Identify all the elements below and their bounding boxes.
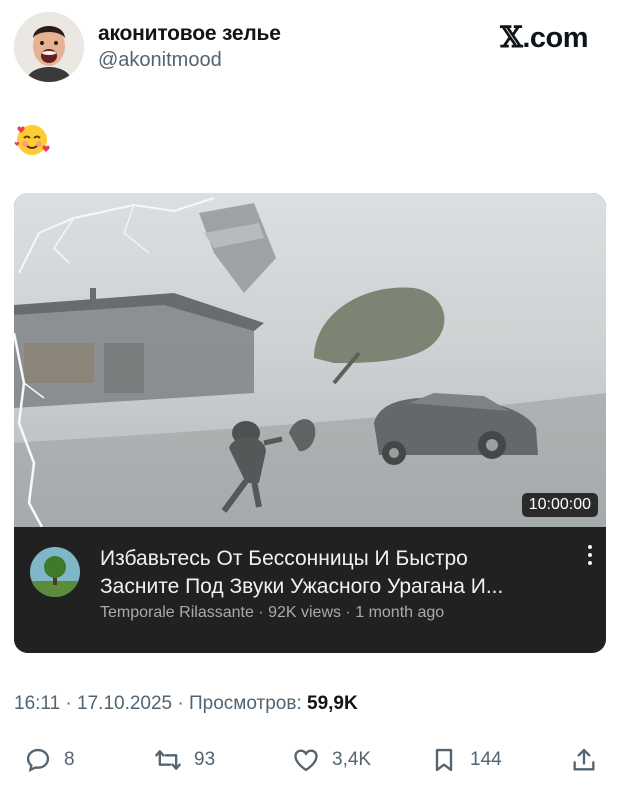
post-header: аконитовое зелье @akonitmood 𝕏.com <box>14 12 606 82</box>
reply-count: 8 <box>64 749 75 770</box>
channel-name[interactable]: Temporale Rilassante <box>100 604 254 621</box>
video-meta: Избавьтесь От Бессонницы И Быстро Заснит… <box>14 527 606 653</box>
repost-count: 93 <box>194 749 216 770</box>
video-views: 92K views <box>268 604 341 621</box>
more-options-icon[interactable] <box>584 545 596 569</box>
action-bar: 8 93 3,4K 144 <box>14 742 606 778</box>
views-count: 59,9K <box>307 693 358 714</box>
video-age: 1 month ago <box>355 604 445 621</box>
video-title-line2: Засните Под Звуки Ужасного Урагана И... <box>100 575 504 598</box>
smiling-face-with-hearts-icon <box>14 122 50 158</box>
channel-avatar[interactable] <box>30 547 80 597</box>
heart-icon <box>294 749 318 772</box>
share-icon <box>573 748 595 771</box>
display-name[interactable]: аконитовое зелье <box>98 22 281 46</box>
post-time[interactable]: 16:11 <box>14 693 60 714</box>
share-button[interactable] <box>570 742 598 778</box>
author-names: аконитовое зелье @akonitmood <box>98 22 281 72</box>
repost-icon <box>155 750 181 770</box>
repost-button[interactable]: 93 <box>154 742 215 778</box>
video-title[interactable]: Избавьтесь От Бессонницы И Быстро Заснит… <box>100 545 570 601</box>
bookmark-icon <box>435 748 453 772</box>
like-count: 3,4K <box>332 749 372 770</box>
video-subline: Temporale Rilassante · 92K views · 1 mon… <box>100 604 445 621</box>
x-logo-glyph: 𝕏 <box>500 20 523 54</box>
reply-icon <box>26 748 50 773</box>
video-duration-badge: 10:00:00 <box>521 493 598 517</box>
bookmark-count: 144 <box>470 749 502 770</box>
bookmark-button[interactable]: 144 <box>430 742 502 778</box>
video-title-line1: Избавьтесь От Бессонницы И Быстро <box>100 547 468 570</box>
video-thumbnail[interactable]: 10:00:00 <box>14 193 606 528</box>
post-timestamp: 16:11 · 17.10.2025 · Просмотров: 59,9K <box>14 693 358 714</box>
like-button[interactable]: 3,4K <box>292 742 371 778</box>
avatar[interactable] <box>14 12 84 82</box>
post-date[interactable]: 17.10.2025 <box>77 693 172 714</box>
views-label: Просмотров: <box>189 693 302 714</box>
x-logo-domain: .com <box>522 22 588 54</box>
x-logo: 𝕏.com <box>500 20 588 55</box>
video-card[interactable]: 10:00:00 Избавьтесь От Бессонницы И Быст… <box>14 193 606 653</box>
reply-button[interactable]: 8 <box>24 742 75 778</box>
user-handle[interactable]: @akonitmood <box>98 49 281 72</box>
